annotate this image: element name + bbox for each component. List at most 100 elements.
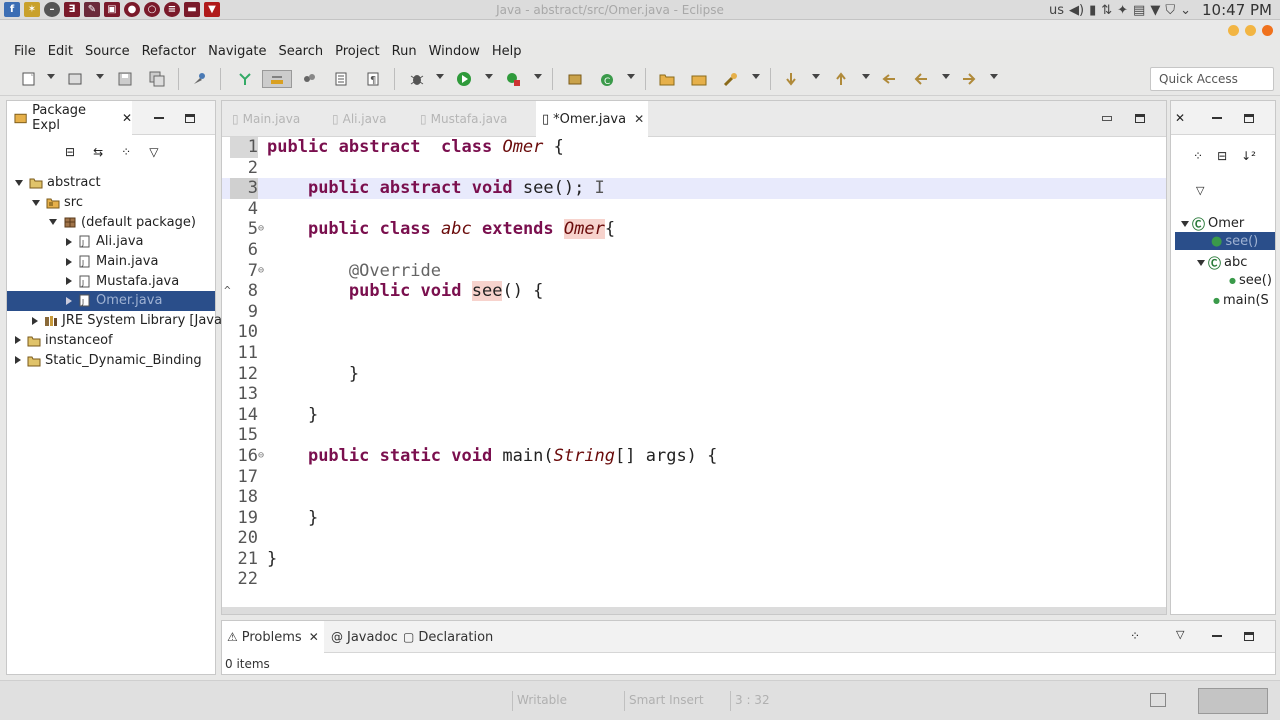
maximize-view-button[interactable]: [1244, 114, 1254, 123]
tree-item[interactable]: abstract: [7, 173, 215, 193]
fold-icon[interactable]: ⊖: [258, 219, 264, 240]
quick-access-input[interactable]: Quick Access: [1150, 67, 1274, 91]
clock[interactable]: 10:47 PM: [1202, 1, 1272, 19]
maximize-view-button[interactable]: [1135, 114, 1145, 123]
tab-declaration[interactable]: ▢ Declaration: [398, 621, 498, 653]
menu-project[interactable]: Project: [329, 44, 385, 59]
tree-item[interactable]: Static_Dynamic_Binding: [7, 350, 215, 370]
keyboard-layout[interactable]: us: [1049, 3, 1064, 18]
block-select-icon[interactable]: [332, 70, 350, 88]
link-editor-icon[interactable]: ⇆: [93, 145, 103, 159]
chevron-down-icon[interactable]: [534, 74, 542, 79]
menu-navigate[interactable]: Navigate: [202, 44, 272, 59]
minimize-view-button[interactable]: [1212, 117, 1222, 119]
open-folder-icon[interactable]: [658, 70, 676, 88]
new-java-project-icon[interactable]: [566, 70, 584, 88]
tab-ali-java[interactable]: ▯ Ali.java: [326, 101, 406, 137]
maximize-window-button[interactable]: [1245, 25, 1256, 36]
new-icon[interactable]: [20, 70, 38, 88]
tree-item[interactable]: J Main.java: [7, 252, 215, 272]
save-all-icon[interactable]: [148, 70, 166, 88]
chevron-down-icon[interactable]: [752, 74, 760, 79]
menu-edit[interactable]: Edit: [42, 44, 79, 59]
horizontal-scrollbar[interactable]: [222, 607, 1166, 614]
sort-icon[interactable]: ⊟: [1217, 149, 1227, 163]
back-icon[interactable]: [912, 70, 930, 88]
terminal-icon[interactable]: ∃: [64, 2, 80, 17]
tools-icon[interactable]: ✎: [84, 2, 100, 17]
chevron-down-icon[interactable]: [990, 74, 998, 79]
fedora-icon[interactable]: f: [4, 2, 20, 17]
close-icon[interactable]: ✕: [634, 112, 644, 126]
close-icon[interactable]: ✕: [122, 111, 132, 125]
collapse-icon[interactable]: [32, 199, 40, 206]
save-icon[interactable]: [116, 70, 134, 88]
tab-main-java[interactable]: ▯ Main.java: [226, 101, 316, 137]
view-menu-icon[interactable]: ▽: [1196, 184, 1204, 197]
bluetooth-icon[interactable]: ✦: [1117, 3, 1128, 18]
view-menu-icon[interactable]: ⁘: [1130, 629, 1140, 643]
minimize-view-button[interactable]: [1212, 635, 1222, 637]
tree-item[interactable]: J Ali.java: [7, 232, 215, 252]
menu-help[interactable]: Help: [486, 44, 528, 59]
maximize-view-button[interactable]: [185, 114, 195, 123]
chevron-down-icon[interactable]: [47, 74, 55, 79]
open-perspective-icon[interactable]: [1150, 693, 1166, 707]
last-edit-icon[interactable]: [880, 70, 898, 88]
volume-icon[interactable]: ◀): [1069, 3, 1084, 18]
external-tools-icon[interactable]: [504, 70, 522, 88]
expand-icon[interactable]: [32, 316, 38, 325]
open-type-icon[interactable]: [66, 70, 84, 88]
tab-mustafa-java[interactable]: ▯ Mustafa.java: [414, 101, 522, 137]
tab-problems[interactable]: ⚠ Problems ✕: [222, 621, 324, 653]
clipboard-icon[interactable]: ▤: [1133, 3, 1145, 18]
menu-source[interactable]: Source: [79, 44, 136, 59]
filter-icon[interactable]: ⁘: [121, 145, 131, 159]
chevron-down-icon[interactable]: [485, 74, 493, 79]
search-icon[interactable]: [722, 70, 740, 88]
code-area[interactable]: 1 public abstract class Omer { 2 3 public…: [222, 137, 1166, 590]
chevron-down-icon[interactable]: [96, 74, 104, 79]
close-icon[interactable]: ✕: [1175, 111, 1185, 125]
menu-run[interactable]: Run: [386, 44, 423, 59]
forward-icon[interactable]: [960, 70, 978, 88]
expand-icon[interactable]: [66, 296, 72, 305]
expand-icon[interactable]: [15, 336, 21, 345]
close-window-button[interactable]: [1262, 25, 1273, 36]
chevron-down-icon[interactable]: [942, 74, 950, 79]
outline-item-see-abstract[interactable]: ● see(): [1175, 232, 1275, 250]
debug-icon[interactable]: [408, 70, 426, 88]
expand-icon[interactable]: [66, 277, 72, 286]
fold-icon[interactable]: ⊖: [258, 261, 264, 282]
menu-refactor[interactable]: Refactor: [136, 44, 203, 59]
hierarchy-icon[interactable]: [236, 70, 254, 88]
menu-file[interactable]: File: [8, 44, 42, 59]
expand-icon[interactable]: [66, 237, 72, 246]
open-task-icon[interactable]: [690, 70, 708, 88]
minimize-window-button[interactable]: [1228, 25, 1239, 36]
chevron-down-icon[interactable]: [812, 74, 820, 79]
menu-window[interactable]: Window: [423, 44, 486, 59]
hide-static-icon[interactable]: ↓²: [1241, 149, 1256, 163]
tree-item[interactable]: JRE System Library [JavaS: [7, 311, 230, 331]
chevron-down-icon[interactable]: [627, 74, 635, 79]
disk-icon[interactable]: –: [44, 2, 60, 17]
outline-item-see[interactable]: ● see(): [1229, 273, 1272, 288]
new-class-icon[interactable]: C: [598, 70, 616, 88]
expand-icon[interactable]: [1181, 220, 1189, 227]
spreadsheet-icon[interactable]: ✶: [24, 2, 40, 17]
next-annotation-icon[interactable]: [782, 70, 800, 88]
bookmark-icon[interactable]: [300, 70, 318, 88]
pin-icon[interactable]: [190, 70, 208, 88]
chevron-down-icon[interactable]: [436, 74, 444, 79]
tree-item[interactable]: (default package): [7, 212, 215, 232]
wifi-icon[interactable]: ▼: [1150, 3, 1160, 18]
tree-item[interactable]: J Mustafa.java: [7, 271, 215, 291]
view-menu-icon[interactable]: ▽: [149, 145, 158, 159]
prev-annotation-icon[interactable]: [832, 70, 850, 88]
expand-icon[interactable]: [66, 257, 72, 266]
screen-icon[interactable]: ▬: [184, 2, 200, 17]
video-icon[interactable]: ▼: [204, 2, 220, 17]
browser-icon[interactable]: ○: [144, 2, 160, 17]
hide-fields-icon[interactable]: ⁘: [1193, 149, 1203, 163]
